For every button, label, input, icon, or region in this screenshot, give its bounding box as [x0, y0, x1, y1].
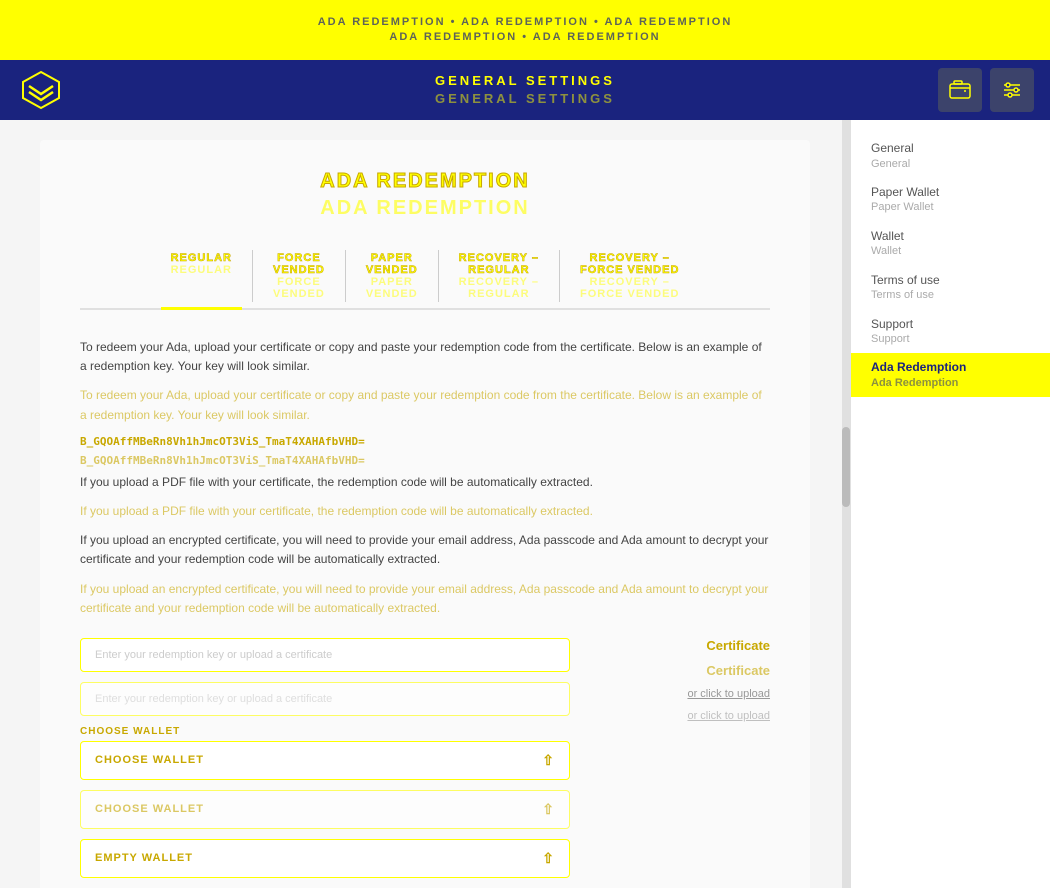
chevron-up-icon: ⇧	[542, 752, 555, 769]
key-example-shadow: B_GQOAffMBeRn8Vh1hJmcOT3ViS_TmaT4XAHAfbV…	[80, 454, 770, 467]
page-title-main: ADA REDEMPTION	[80, 170, 770, 193]
upload-side: Certificate Certificate or click to uplo…	[590, 638, 770, 722]
tab-paper-vended-shadow: Papervended	[366, 276, 418, 300]
sidebar-support-label: Support	[871, 317, 1030, 333]
tab-force-vended-label: Forcevended	[273, 252, 325, 276]
sidebar-terms-shadow: Terms of use	[871, 288, 1030, 302]
choose-wallet-dropdown-shadow[interactable]: CHOOSE WALLET ⇧	[80, 790, 570, 829]
settings-icon	[1000, 78, 1024, 102]
sidebar-paper-wallet-shadow: Paper Wallet	[871, 200, 1030, 214]
choose-wallet-dropdown[interactable]: CHOOSE WALLET ⇧	[80, 741, 570, 780]
main-container: ADA REDEMPTION ADA REDEMPTION Regular Re…	[0, 120, 1050, 888]
redemption-key-input-shadow[interactable]	[80, 682, 570, 716]
sidebar-item-general[interactable]: General General	[851, 134, 1050, 178]
desc-line2-shadow: If you upload a PDF file with your certi…	[80, 502, 770, 521]
ada-redemption-card: ADA REDEMPTION ADA REDEMPTION Regular Re…	[40, 140, 810, 888]
desc-line1-shadow: To redeem your Ada, upload your certific…	[80, 386, 770, 424]
navbar-title-shadow: GENERAL SETTINGS	[435, 90, 615, 108]
redemption-key-input[interactable]	[80, 638, 570, 672]
tab-paper-vended[interactable]: Papervended Papervended	[346, 244, 438, 308]
tab-recovery-regular-shadow: Recovery –regular	[459, 276, 539, 300]
tab-force-vended[interactable]: Forcevended Forcevended	[253, 244, 345, 308]
sidebar-support-shadow: Support	[871, 332, 1030, 346]
tab-recovery-regular-label: Recovery –regular	[459, 252, 539, 276]
sidebar-ada-label: Ada Redemption	[871, 360, 1030, 376]
scroll-thumb	[842, 427, 850, 507]
wallet-icon-btn[interactable]	[938, 68, 982, 112]
sidebar-item-support[interactable]: Support Support	[851, 310, 1050, 354]
tab-paper-vended-label: Papervended	[366, 252, 418, 276]
navbar-title: GENERAL SETTINGS GENERAL SETTINGS	[435, 72, 615, 108]
chevron-up-icon-3: ⇧	[542, 850, 555, 867]
sidebar-wallet-label: Wallet	[871, 229, 1030, 245]
chevron-up-icon-2: ⇧	[542, 801, 555, 818]
wallet-icon	[948, 78, 972, 102]
tab-recovery-regular[interactable]: Recovery –regular Recovery –regular	[439, 244, 559, 308]
sidebar-general-shadow: General	[871, 157, 1030, 171]
desc-line2: If you upload a PDF file with your certi…	[80, 473, 770, 492]
sidebar-terms-label: Terms of use	[871, 273, 1030, 289]
navbar-icons	[938, 68, 1034, 112]
top-banner-line2: ADA REDEMPTION • ADA REDEMPTION	[389, 30, 660, 45]
empty-wallet-dropdown[interactable]: empty wallet ⇧	[80, 839, 570, 878]
empty-wallet-value: empty wallet	[95, 852, 193, 864]
input-side: CHOOSE WALLET CHOOSE WALLET ⇧ CHOOSE WAL…	[80, 638, 570, 888]
sidebar-item-wallet[interactable]: Wallet Wallet	[851, 222, 1050, 266]
sidebar-general-label: General	[871, 141, 1030, 157]
sidebar-item-terms[interactable]: Terms of use Terms of use	[851, 266, 1050, 310]
sidebar-item-paper-wallet[interactable]: Paper Wallet Paper Wallet	[851, 178, 1050, 222]
tab-regular[interactable]: Regular Regular	[151, 244, 252, 308]
desc-line3: If you upload an encrypted certificate, …	[80, 531, 770, 569]
upload-section: CHOOSE WALLET CHOOSE WALLET ⇧ CHOOSE WAL…	[80, 638, 770, 888]
logo	[16, 65, 66, 115]
top-banner: ADA REDEMPTION • ADA REDEMPTION • ADA RE…	[0, 0, 1050, 60]
choose-wallet-label: CHOOSE WALLET	[80, 726, 570, 737]
sidebar-paper-wallet-label: Paper Wallet	[871, 185, 1030, 201]
tab-force-vended-shadow: Forcevended	[273, 276, 325, 300]
tab-regular-label: Regular	[171, 252, 232, 264]
navbar-title-main: GENERAL SETTINGS	[435, 72, 615, 90]
sidebar-ada-shadow: Ada Redemption	[871, 376, 1030, 390]
wallet-dropdown-value: CHOOSE WALLET	[95, 754, 204, 766]
page-title-shadow: ADA REDEMPTION	[80, 197, 770, 220]
desc-line3-shadow: If you upload an encrypted certificate, …	[80, 580, 770, 618]
key-example-main: B_GQOAffMBeRn8Vh1hJmcOT3ViS_TmaT4XAHAfbV…	[80, 435, 770, 448]
sidebar: General General Paper Wallet Paper Walle…	[850, 120, 1050, 888]
tab-recovery-force-label: Recovery –force vended	[580, 252, 679, 276]
tab-recovery-force[interactable]: Recovery –force vended Recovery –force v…	[560, 244, 699, 308]
content-area: ADA REDEMPTION ADA REDEMPTION Regular Re…	[0, 120, 850, 888]
tab-regular-shadow: Regular	[171, 264, 232, 276]
settings-icon-btn[interactable]	[990, 68, 1034, 112]
or-upload-link-1[interactable]: or click to upload	[687, 688, 770, 700]
certificate-label-2: Certificate	[706, 663, 770, 678]
desc-line1: To redeem your Ada, upload your certific…	[80, 338, 770, 376]
sidebar-wallet-shadow: Wallet	[871, 244, 1030, 258]
navbar: GENERAL SETTINGS GENERAL SETTINGS	[0, 60, 1050, 120]
wallet-dropdown-value-shadow: CHOOSE WALLET	[95, 803, 204, 815]
certificate-label-1: Certificate	[706, 638, 770, 653]
logo-icon	[21, 70, 61, 110]
tab-recovery-force-shadow: Recovery –force vended	[580, 276, 679, 300]
sidebar-item-ada-redemption[interactable]: Ada Redemption Ada Redemption	[851, 353, 1050, 397]
top-banner-line1: ADA REDEMPTION • ADA REDEMPTION • ADA RE…	[318, 15, 733, 30]
or-upload-link-2[interactable]: or click to upload	[687, 710, 770, 722]
tabs-row: Regular Regular Forcevended Forcevended …	[80, 244, 770, 310]
scrollbar[interactable]	[842, 120, 850, 888]
